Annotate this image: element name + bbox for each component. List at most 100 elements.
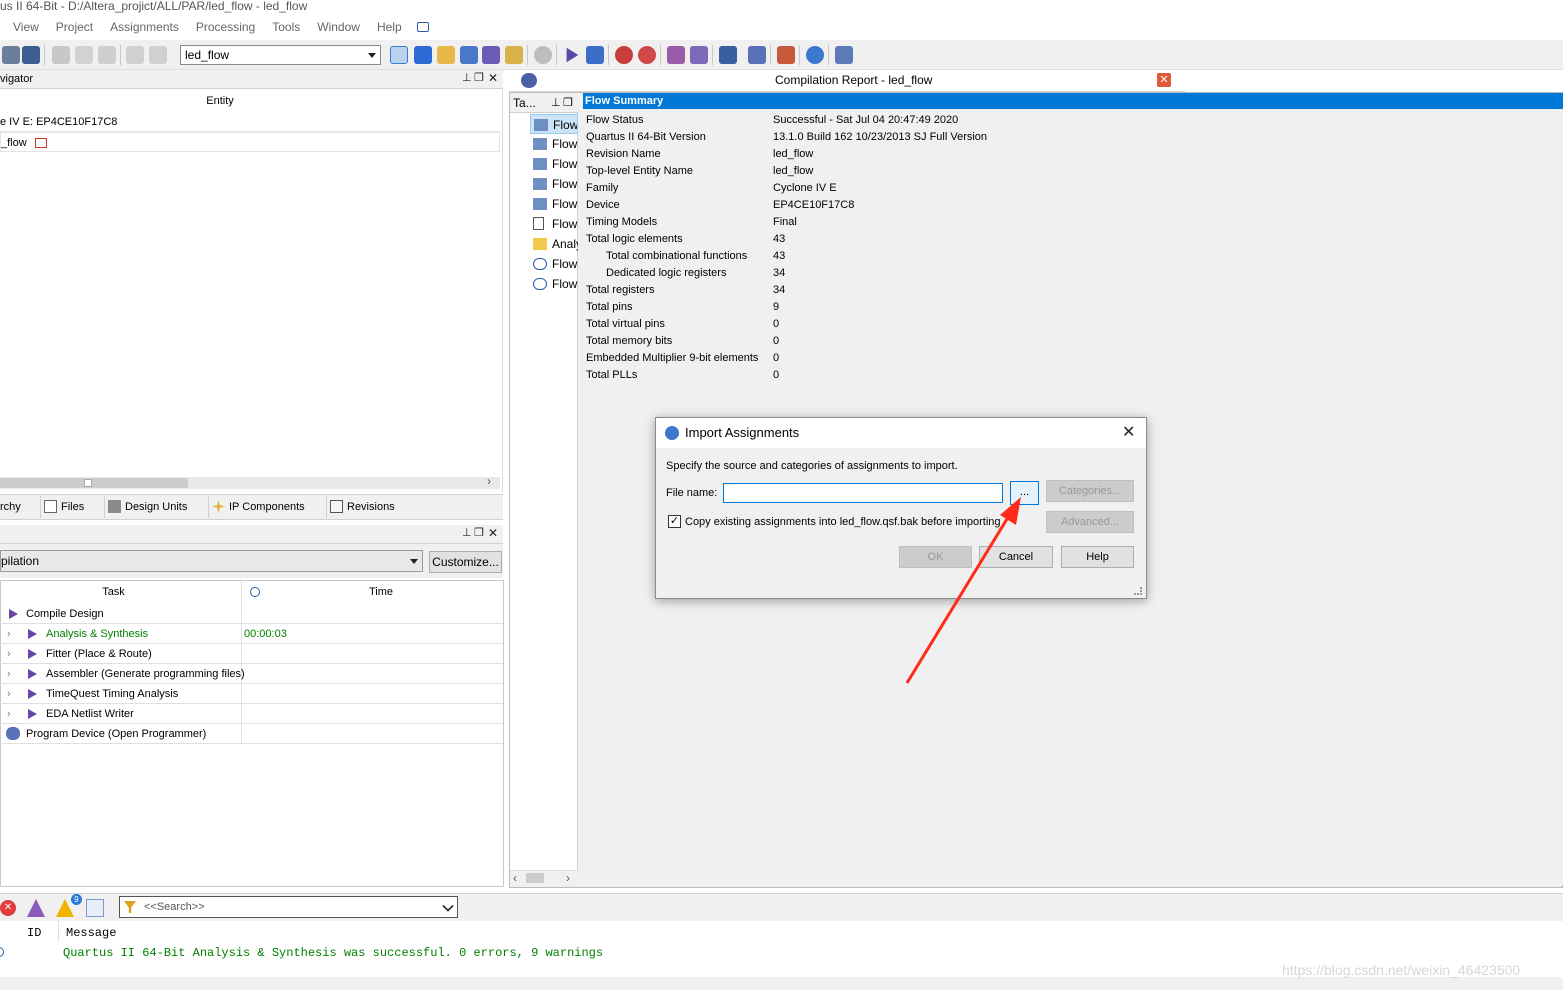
menu-view[interactable]: View [13, 20, 39, 34]
backup-checkbox[interactable]: ✓ [668, 515, 681, 528]
restore-icon[interactable]: ❐ [474, 73, 484, 84]
pin-icon[interactable]: ⊥ [462, 528, 472, 539]
pin-planner-icon[interactable] [414, 46, 432, 64]
toc-item-flow-summary[interactable]: Flow [530, 114, 578, 134]
tab-files[interactable]: Files [40, 496, 84, 518]
close-icon[interactable]: ✕ [488, 72, 498, 84]
task-program-device[interactable]: Program Device (Open Programmer) [0, 724, 503, 744]
help-chat-icon[interactable] [416, 22, 429, 32]
toc-item-flow-settings[interactable]: Flow [530, 134, 578, 154]
revision-select[interactable]: led_flow [180, 45, 381, 65]
task-assembler[interactable]: › Assembler (Generate programming files) [0, 664, 503, 684]
resize-grip-icon[interactable] [1134, 587, 1142, 595]
toc-item-flow-os[interactable]: Flow [530, 194, 578, 214]
expand-icon[interactable]: › [7, 664, 11, 684]
stop-icon[interactable] [534, 46, 552, 64]
toc-item-flow-elapsed[interactable]: Flow [530, 174, 578, 194]
tab-hierarchy[interactable]: rchy [0, 496, 30, 518]
chip-icon[interactable] [719, 46, 737, 64]
analysis-synthesis-icon[interactable] [586, 46, 604, 64]
start-compilation-icon[interactable] [566, 47, 579, 63]
navigator-entity-row[interactable]: _flow [0, 132, 500, 152]
tab-ip-components[interactable]: IP Components [208, 496, 305, 518]
timequest-icon[interactable] [638, 46, 656, 64]
critical-warning-filter-icon[interactable] [27, 899, 45, 917]
rtl-viewer-icon[interactable] [667, 46, 685, 64]
flow-summary-label: Family [586, 182, 619, 194]
task-eda-netlist[interactable]: › EDA Netlist Writer [0, 704, 503, 724]
expand-icon[interactable]: › [7, 704, 11, 724]
toc-item-analysis[interactable]: ›Analy [530, 234, 578, 254]
tab-design-units[interactable]: Design Units [104, 496, 187, 518]
flow-summary-label: Total logic elements [586, 233, 683, 245]
scroll-left-icon[interactable]: ‹ [513, 871, 517, 885]
restore-icon[interactable]: ❐ [474, 528, 484, 539]
timing-analyzer-icon[interactable] [615, 46, 633, 64]
navigator-device-row[interactable]: e IV E: EP4CE10F17C8 [0, 112, 500, 132]
assignment-editor-icon[interactable] [437, 46, 455, 64]
message-row[interactable]: Quartus II 64-Bit Analysis & Synthesis w… [63, 946, 603, 960]
cut-icon[interactable] [52, 46, 70, 64]
close-icon[interactable]: ✕ [488, 527, 498, 539]
toc-header: Ta... ⊥ ❐ [510, 93, 578, 113]
netlist-viewer-icon[interactable] [690, 46, 708, 64]
tcl-icon[interactable] [505, 46, 523, 64]
undo-icon[interactable] [126, 46, 144, 64]
file-name-input[interactable] [723, 483, 1003, 503]
menu-processing[interactable]: Processing [196, 20, 255, 34]
task-analysis-synthesis[interactable]: › Analysis & Synthesis 00:00:03 [0, 624, 503, 644]
programmer-icon[interactable] [748, 46, 766, 64]
menu-tools[interactable]: Tools [272, 20, 300, 34]
help-icon[interactable] [806, 46, 824, 64]
close-report-icon[interactable]: ✕ [1157, 73, 1171, 87]
copy-icon[interactable] [75, 46, 93, 64]
signaltap-icon[interactable] [777, 46, 795, 64]
expand-icon[interactable]: › [7, 624, 11, 644]
design-partition-icon[interactable] [482, 46, 500, 64]
scroll-right-icon[interactable]: › [487, 474, 491, 488]
settings-icon[interactable] [460, 46, 478, 64]
restore-icon[interactable]: ❐ [563, 93, 573, 113]
help-button[interactable]: Help [1061, 546, 1134, 568]
horizontal-scrollbar[interactable]: › [0, 474, 500, 489]
document-icon [533, 217, 544, 230]
tab-revisions[interactable]: Revisions [326, 496, 395, 518]
customize-button[interactable]: Customize... [429, 551, 502, 573]
flow-select[interactable]: pilation [0, 550, 423, 572]
save-all-icon[interactable] [22, 46, 40, 64]
save-icon[interactable] [2, 46, 20, 64]
message-search[interactable]: <<Search>> [119, 896, 458, 918]
expand-icon[interactable]: › [7, 684, 11, 704]
menu-help[interactable]: Help [377, 20, 402, 34]
revision-value: led_flow [185, 48, 230, 62]
pin-icon[interactable]: ⊥ [551, 93, 561, 113]
cancel-button[interactable]: Cancel [979, 546, 1053, 568]
chat-icon[interactable] [835, 46, 853, 64]
redo-icon[interactable] [149, 46, 167, 64]
suppress-filter-icon[interactable] [86, 899, 104, 917]
ok-button[interactable]: OK [899, 546, 972, 568]
flow-summary-label: Total PLLs [586, 369, 638, 381]
paste-icon[interactable] [98, 46, 116, 64]
menu-project[interactable]: Project [56, 20, 93, 34]
categories-button[interactable]: Categories... [1046, 480, 1134, 502]
scroll-right-icon[interactable]: › [566, 871, 570, 885]
task-timequest[interactable]: › TimeQuest Timing Analysis [0, 684, 503, 704]
toc-item-flow-suppressed[interactable]: Flow [530, 274, 578, 294]
toc-item-flow-nondefault[interactable]: Flow [530, 154, 578, 174]
dialog-close-icon[interactable]: ✕ [1122, 418, 1135, 448]
task-fitter[interactable]: › Fitter (Place & Route) [0, 644, 503, 664]
toc-item-flow-log[interactable]: Flow [530, 214, 578, 234]
chip-planner-icon[interactable] [390, 46, 408, 64]
pin-icon[interactable]: ⊥ [462, 73, 472, 84]
error-filter-icon[interactable]: ✕ [0, 900, 16, 916]
toc-item-flow-messages[interactable]: Flow [530, 254, 578, 274]
menu-assignments[interactable]: Assignments [110, 20, 179, 34]
expand-icon[interactable]: › [7, 644, 11, 664]
task-compile-design[interactable]: Compile Design [0, 604, 503, 624]
table-icon [533, 158, 547, 170]
toc-scrollbar[interactable]: ‹ › [510, 870, 578, 885]
advanced-button[interactable]: Advanced... [1046, 511, 1134, 533]
browse-button[interactable]: ... [1010, 481, 1039, 505]
menu-window[interactable]: Window [317, 20, 360, 34]
